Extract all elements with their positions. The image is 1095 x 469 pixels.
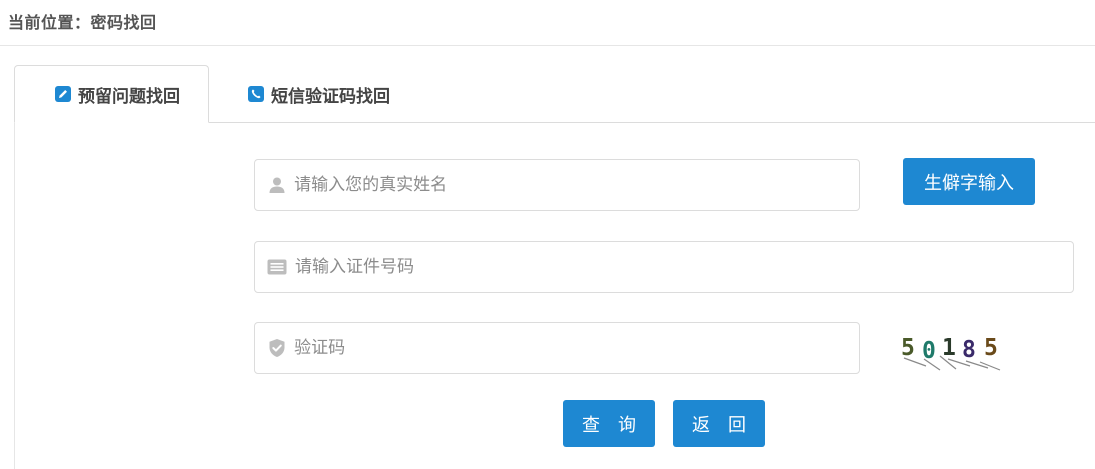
name-input[interactable] [294, 160, 859, 210]
id-card-icon [267, 257, 287, 277]
shield-check-icon [267, 338, 286, 358]
user-icon [267, 175, 286, 195]
breadcrumb: 当前位置：密码找回 [8, 13, 157, 32]
captcha-char: 5 [901, 335, 915, 361]
tab-security-question[interactable]: 预留问题找回 [14, 65, 209, 123]
id-number-field [254, 241, 1074, 293]
header-divider [0, 45, 1095, 46]
edit-icon [55, 86, 71, 102]
captcha-char: 0 [922, 338, 936, 364]
back-button[interactable]: 返 回 [673, 400, 765, 447]
rare-char-input-button[interactable]: 生僻字输入 [903, 158, 1035, 205]
tab-label: 预留问题找回 [78, 86, 180, 107]
id-number-input[interactable] [295, 242, 1073, 292]
captcha-input[interactable] [294, 323, 859, 373]
captcha-image[interactable]: 5 0 1 8 5 [896, 326, 1006, 372]
panel-border [14, 122, 15, 469]
tab-sms-code[interactable]: 短信验证码找回 [248, 65, 390, 123]
captcha-char: 8 [962, 337, 976, 363]
phone-icon [248, 86, 264, 102]
tab-label: 短信验证码找回 [271, 86, 390, 107]
name-field [254, 159, 860, 211]
captcha-char: 1 [942, 335, 956, 361]
captcha-char: 5 [984, 335, 998, 361]
captcha-field [254, 322, 860, 374]
query-button[interactable]: 查 询 [563, 400, 655, 447]
